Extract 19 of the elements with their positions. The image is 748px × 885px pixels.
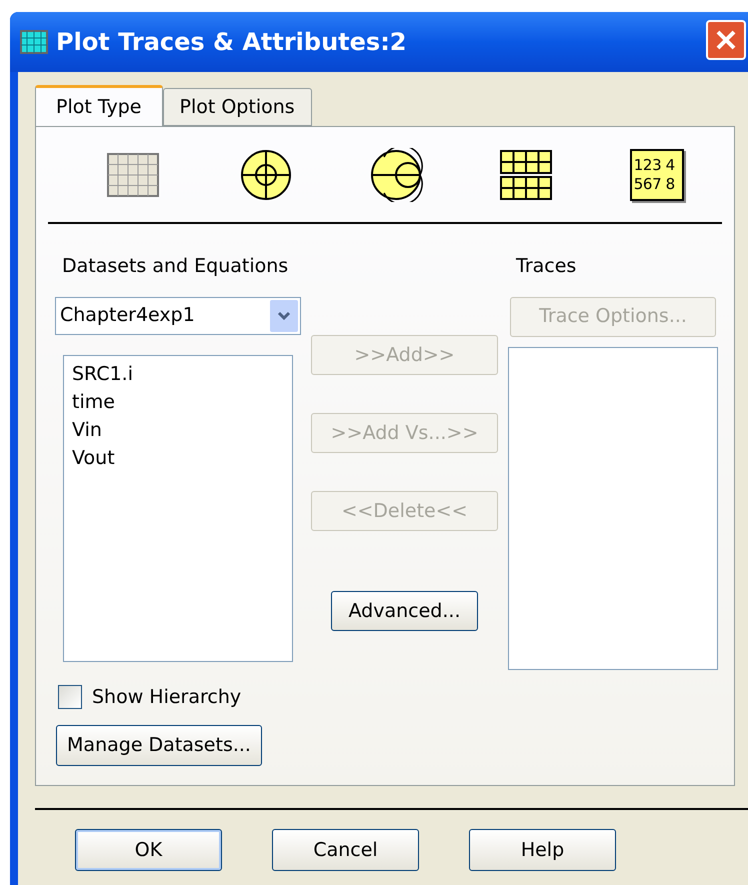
tab[interactable]: Plot Type (35, 85, 162, 127)
table-icon[interactable]: 123 4 567 8 (630, 148, 684, 200)
datasets-label: Datasets and Equations (62, 254, 290, 279)
dialog-button[interactable]: Help (469, 829, 616, 871)
window-title: Plot Traces & Attributes:2 (56, 27, 407, 58)
dialog-button[interactable]: OK (75, 829, 222, 871)
traces-label: Traces (516, 254, 578, 279)
dataset-item[interactable]: time (72, 388, 292, 416)
icon-digits: 567 8 (634, 174, 676, 194)
dataset-item[interactable]: SRC1.i (72, 360, 292, 388)
manage-datasets-button[interactable]: Manage Datasets... (56, 725, 262, 766)
dataset-dropdown[interactable]: Chapter4exp1 (55, 296, 301, 334)
dialog-button[interactable]: Cancel (272, 829, 419, 871)
dataset-item[interactable]: Vin (72, 416, 292, 444)
tab[interactable]: Plot Options (162, 88, 312, 126)
dataset-item[interactable]: Vout (72, 444, 292, 472)
action-button[interactable]: Advanced... (331, 591, 478, 631)
checkbox-label: Show Hierarchy (92, 684, 242, 710)
icon-digits: 123 4 (634, 156, 676, 174)
